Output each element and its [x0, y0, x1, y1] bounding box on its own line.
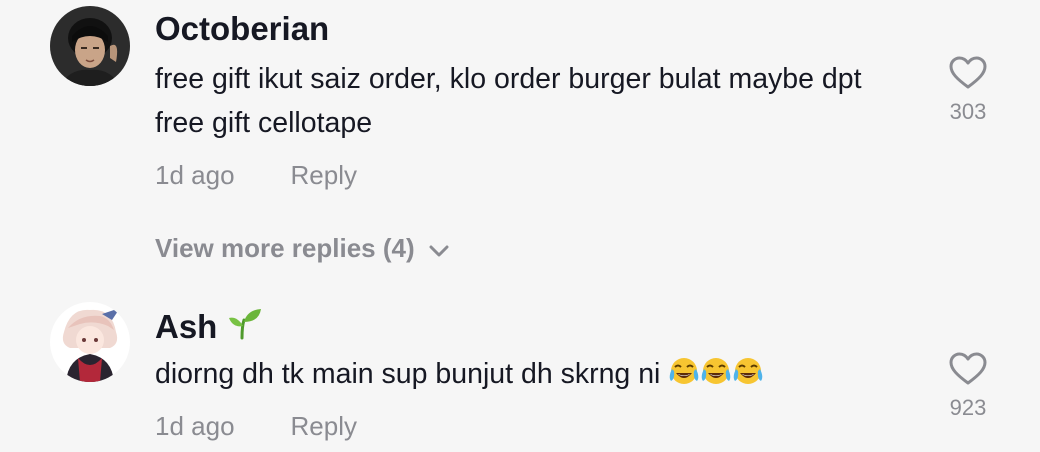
- face-with-tears-of-joy-icon: [668, 356, 700, 400]
- reply-button[interactable]: Reply: [291, 411, 357, 442]
- like-button[interactable]: 303: [930, 56, 1006, 125]
- like-button[interactable]: 923: [930, 352, 1006, 421]
- avatar[interactable]: [50, 302, 130, 382]
- comment-text: free gift ikut saiz order, klo order bur…: [155, 63, 862, 139]
- seedling-icon: [227, 306, 263, 348]
- chevron-down-icon: [429, 233, 449, 264]
- like-count: 303: [949, 99, 987, 124]
- reply-button[interactable]: Reply: [291, 160, 357, 191]
- comment-meta: 1d ago Reply: [155, 411, 357, 442]
- heart-icon: [930, 352, 1006, 386]
- view-more-replies-button[interactable]: View more replies (4): [155, 233, 449, 264]
- comment-text: diorng dh tk main sup bunjut dh skrng ni: [155, 352, 915, 400]
- comment-item: Octoberian free gift ikut saiz order, kl…: [0, 0, 1040, 263]
- username[interactable]: Octoberian: [155, 10, 329, 48]
- heart-icon: [930, 56, 1006, 90]
- comment-item: Ash diorng dh tk main sup bunjut dh skrn…: [0, 290, 1040, 452]
- username-text: Ash: [155, 308, 218, 345]
- comment-time: 1d ago: [155, 160, 235, 190]
- face-with-tears-of-joy-icon: [732, 356, 764, 400]
- like-count: 923: [949, 395, 987, 420]
- comment-text-body: diorng dh tk main sup bunjut dh skrng ni: [155, 358, 661, 390]
- comment-time: 1d ago: [155, 411, 235, 441]
- username[interactable]: Ash: [155, 306, 263, 348]
- face-with-tears-of-joy-icon: [700, 356, 732, 400]
- view-more-replies-label: View more replies (4): [155, 233, 415, 263]
- username-text: Octoberian: [155, 10, 330, 47]
- avatar[interactable]: [50, 6, 130, 86]
- comment-meta: 1d ago Reply: [155, 160, 357, 191]
